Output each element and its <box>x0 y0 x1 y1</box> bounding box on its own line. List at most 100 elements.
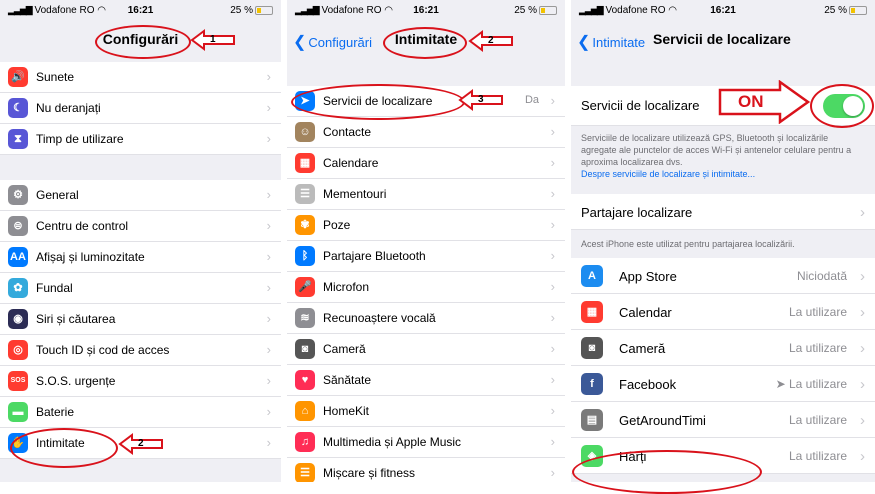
list-item[interactable]: ᛒ Partajare Bluetooth › <box>287 241 565 272</box>
list-item-label: App Store <box>619 269 677 284</box>
siri-icon: ◉ <box>8 309 28 329</box>
list-item[interactable]: ▦ Calendare › <box>287 148 565 179</box>
list-item[interactable]: 🎤 Microfon › <box>287 272 565 303</box>
list-item[interactable]: ◙ Cameră La utilizare › <box>571 330 875 366</box>
chevron-left-icon: ❮ <box>577 34 591 51</box>
list-item[interactable]: ☾ Nu deranjați › <box>0 93 281 124</box>
chevron-right-icon: › <box>266 69 271 84</box>
list-item[interactable]: ◉ Siri și căutarea › <box>0 304 281 335</box>
battery-icon <box>255 5 273 15</box>
list-item[interactable]: ☰ Mișcare și fitness › <box>287 458 565 482</box>
page-title: Servicii de localizare <box>653 31 791 47</box>
chevron-right-icon: › <box>550 403 555 418</box>
chevron-right-icon: › <box>860 304 865 321</box>
list-item-label: Mișcare și fitness <box>323 466 416 480</box>
list-item-label: Centru de control <box>36 219 129 233</box>
list-item[interactable]: 🔊 Sunete › <box>0 62 281 93</box>
music-icon: ♫ <box>295 432 315 452</box>
list-item[interactable]: ▤ GetAroundTimi La utilizare › <box>571 402 875 438</box>
list-item[interactable]: ▦ Calendar La utilizare › <box>571 294 875 330</box>
nav-bar: ❮ Intimitate Servicii de localizare <box>571 22 875 58</box>
contacts-icon: ☺ <box>295 122 315 142</box>
list-item-label: Afișaj și luminozitate <box>36 250 145 264</box>
chevron-right-icon: › <box>266 311 271 326</box>
app-store-icon: A <box>581 265 603 287</box>
list-item[interactable]: ▬ Baterie › <box>0 397 281 428</box>
list-item-label: Mementouri <box>323 187 387 201</box>
list-item[interactable]: ◎ Touch ID și cod de acces › <box>0 335 281 366</box>
annotation-ellipse-privacy <box>10 428 118 468</box>
back-button[interactable]: ❮ Intimitate <box>577 32 645 52</box>
annotation-step-2a: 2 <box>138 438 144 449</box>
list-item-label: Calendare <box>323 156 379 170</box>
list-item[interactable]: ⊜ Centru de control › <box>0 211 281 242</box>
annotation-on-label: ON <box>738 92 764 111</box>
app-list: A App Store Niciodată › ▦ Calendar La utilizar… <box>571 258 875 474</box>
list-item[interactable]: ≋ Recunoaștere vocală › <box>287 303 565 334</box>
chevron-right-icon: › <box>860 412 865 429</box>
list-item[interactable]: ♫ Multimedia și Apple Music › <box>287 427 565 458</box>
list-item[interactable]: A App Store Niciodată › <box>571 258 875 294</box>
annotation-ellipse-privacy-title <box>383 27 467 59</box>
chevron-right-icon: › <box>860 340 865 357</box>
annotation-ellipse-maps <box>572 450 762 494</box>
list-item[interactable]: ⧗ Timp de utilizare › <box>0 124 281 155</box>
list-item[interactable]: ☰ Mementouri › <box>287 179 565 210</box>
bluetooth-icon: ᛒ <box>295 246 315 266</box>
location-services-screen: ▂▃▅▇ Vodafone RO ◠ 16:21 25 % ❮ Intimitat… <box>571 0 875 482</box>
switches-icon: ⊜ <box>8 216 28 236</box>
share-location-label: Partajare localizare <box>581 205 693 220</box>
share-location-row[interactable]: Partajare localizare › <box>571 194 875 230</box>
list-item-label: Multimedia și Apple Music <box>323 435 462 449</box>
wallpaper-icon: ✿ <box>8 278 28 298</box>
list-item-label: Recunoaștere vocală <box>323 311 436 325</box>
chevron-right-icon: › <box>860 204 865 221</box>
list-item-label: Poze <box>323 218 351 232</box>
camera-icon: ◙ <box>581 337 603 359</box>
list-item[interactable]: ✿ Fundal › <box>0 273 281 304</box>
list-item[interactable]: ⚙ General › <box>0 180 281 211</box>
list-item-label: Partajare Bluetooth <box>323 249 426 263</box>
list-item-label: Calendar <box>619 305 672 320</box>
chevron-right-icon: › <box>550 248 555 263</box>
chevron-right-icon: › <box>266 280 271 295</box>
list-item[interactable]: ◙ Cameră › <box>287 334 565 365</box>
heart-icon: ♥ <box>295 370 315 390</box>
battery-icon <box>539 5 557 15</box>
share-location-note: Acest iPhone este utilizat pentru partaj… <box>581 239 795 249</box>
annotation-step-1: 1 <box>210 34 216 45</box>
privacy-link[interactable]: Despre serviciile de localizare și intim… <box>581 169 755 179</box>
battery-percent: 25 % <box>230 5 253 16</box>
status-bar: ▂▃▅▇ Vodafone RO ◠ 16:21 25 % <box>571 0 875 22</box>
list-item[interactable]: ✾ Poze › <box>287 210 565 241</box>
list-item-label: HomeKit <box>323 404 370 418</box>
list-item-label: Baterie <box>36 405 75 419</box>
chevron-right-icon: › <box>550 186 555 201</box>
chevron-right-icon: › <box>550 124 555 139</box>
chevron-right-icon: › <box>266 435 271 450</box>
list-item[interactable]: ⌂ HomeKit › <box>287 396 565 427</box>
list-item[interactable]: ☺ Contacte › <box>287 117 565 148</box>
chevron-right-icon: › <box>550 279 555 294</box>
annotation-ellipse-title <box>95 25 191 59</box>
annotation-step-3: 3 <box>478 94 484 105</box>
list-item[interactable]: SOS S.O.S. urgențe › <box>0 366 281 397</box>
hourglass-icon: ⧗ <box>8 129 28 149</box>
list-item[interactable]: AA Afișaj și luminozitate › <box>0 242 281 273</box>
chevron-right-icon: › <box>550 310 555 325</box>
chevron-right-icon: › <box>266 404 271 419</box>
list-item[interactable]: ♥ Sănătate › <box>287 365 565 396</box>
chevron-right-icon: › <box>550 93 555 108</box>
chevron-right-icon: › <box>550 217 555 232</box>
list-item-label: Cameră <box>323 342 366 356</box>
chevron-right-icon: › <box>266 100 271 115</box>
chevron-right-icon: › <box>266 131 271 146</box>
status-bar: ▂▃▅▇ Vodafone RO ◠ 16:21 25 % <box>0 0 281 22</box>
moon-icon: ☾ <box>8 98 28 118</box>
microphone-icon: 🎤 <box>295 277 315 297</box>
list-item-label: Facebook <box>619 377 677 392</box>
list-item[interactable]: f Facebook ➤ La utilizare › <box>571 366 875 402</box>
list-item-value: ➤ La utilizare <box>775 377 847 391</box>
list-item-label: General <box>36 188 79 202</box>
battery-percent: 25 % <box>824 5 847 16</box>
